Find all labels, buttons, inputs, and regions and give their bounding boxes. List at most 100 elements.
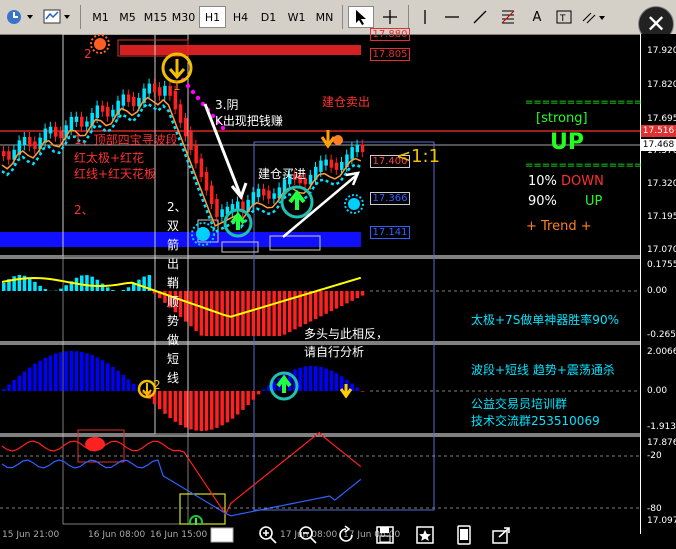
tf-mn[interactable]: MN: [311, 6, 338, 28]
time-label: 15 Jun 21:00: [2, 530, 60, 540]
candle-body: [168, 85, 172, 96]
histogram-bar: [28, 278, 32, 291]
tf-w1[interactable]: W1: [283, 6, 310, 28]
trend-bar: [74, 351, 79, 391]
trend-label: + Trend +: [526, 219, 592, 234]
histogram-bar: [59, 288, 63, 291]
time-label: 16 Jun 08:00: [88, 530, 146, 540]
histogram-bar: [199, 291, 204, 336]
candle-body: [220, 209, 224, 217]
trend-bar: [111, 366, 115, 391]
trend-bar: [59, 352, 63, 391]
oscillator-line: [1, 459, 362, 517]
trend-bar: [64, 351, 68, 391]
osc-label: -80: [647, 504, 662, 514]
refresh-icon[interactable]: [334, 523, 358, 547]
chart-icon[interactable]: [210, 523, 234, 547]
price-label: 17.070: [647, 245, 676, 255]
trend-bar: [189, 391, 193, 430]
trend-bar: [334, 373, 339, 391]
trend-bar: [199, 391, 204, 431]
osc-label: 0.00: [647, 286, 668, 296]
toolbar: M1 M5 M15 M30 H1 H4 D1 W1 MN A T: [0, 0, 676, 35]
trend-bar: [106, 363, 110, 391]
candle-body: [43, 128, 48, 143]
bottom-bar: 15 Jun 21:00 16 Jun 08:00 16 Jun 15:00 1…: [0, 525, 640, 549]
text-icon[interactable]: A: [526, 6, 548, 28]
cursor-icon[interactable]: [348, 6, 374, 28]
candle-body: [152, 83, 157, 93]
histogram-bar: [2, 283, 6, 291]
histogram-bar: [355, 291, 360, 299]
trend-bar: [225, 391, 230, 423]
annotation: 请自行分析: [304, 345, 365, 359]
candle-body: [7, 151, 11, 160]
histogram-bar: [319, 291, 323, 317]
candle-body: [28, 137, 32, 147]
candle-body: [80, 116, 84, 127]
annotation: K出现把钱赚: [215, 114, 283, 128]
star-burst-icon: [344, 194, 364, 214]
vertical-line-icon[interactable]: [414, 6, 436, 28]
star-burst-icon: [90, 34, 110, 54]
tf-m5[interactable]: M5: [114, 6, 141, 28]
zoom-out-icon[interactable]: [296, 523, 320, 547]
trend-bar: [12, 380, 16, 391]
zoom-in-icon[interactable]: [256, 523, 280, 547]
save-icon[interactable]: [373, 523, 397, 547]
annotation: 2: [84, 47, 92, 61]
tf-h4[interactable]: H4: [227, 6, 254, 28]
histogram-bar: [345, 291, 349, 304]
candle-body: [350, 147, 354, 160]
tf-m15[interactable]: M15: [142, 6, 169, 28]
risk-reward-label: <1:1: [396, 146, 441, 167]
histogram-bar: [64, 285, 68, 291]
candle-body: [178, 104, 183, 123]
resistance-zone: [120, 45, 361, 55]
candle-body: [324, 159, 328, 166]
tf-d1[interactable]: D1: [255, 6, 282, 28]
trend-bar: [303, 366, 308, 391]
osc-label: -0.2658: [647, 330, 676, 340]
level-box: 17.366: [370, 192, 410, 205]
up-percent: 90%: [528, 194, 557, 209]
candle-body: [121, 94, 126, 106]
histogram-bar: [272, 291, 276, 336]
candle-body: [33, 141, 37, 149]
histogram-bar: [350, 291, 354, 301]
candle-body: [355, 144, 360, 153]
share-icon[interactable]: [490, 523, 514, 547]
horizontal-line-icon[interactable]: [440, 6, 464, 28]
trend-bar: [7, 384, 11, 391]
bookmark-icon[interactable]: [413, 523, 437, 547]
trend-bar: [33, 363, 37, 391]
promo-text: 太极+7S做单神器胜率90%: [471, 313, 619, 327]
histogram-bar: [111, 290, 115, 291]
candle-body: [184, 117, 188, 137]
trend-bar: [163, 391, 167, 414]
strength-label: [strong]: [536, 111, 588, 126]
period-menu-button[interactable]: [4, 6, 36, 28]
tf-m1[interactable]: M1: [87, 6, 114, 28]
sell-entry-dot: [333, 135, 343, 145]
phone-icon[interactable]: [452, 523, 476, 547]
candle-body: [59, 131, 63, 138]
trendline-icon[interactable]: [468, 6, 492, 28]
trend-bar: [262, 389, 266, 391]
trend-bar: [319, 367, 323, 391]
annotation-vertical: 2、双箭出鞘顺势做短线: [167, 200, 187, 385]
text-label-icon[interactable]: T: [552, 6, 576, 28]
trend-bar: [308, 366, 313, 391]
fibo-icon[interactable]: [496, 6, 520, 28]
template-menu-button[interactable]: [42, 6, 72, 28]
osc-label: -20: [647, 451, 662, 461]
tf-h1[interactable]: H1: [199, 6, 226, 28]
candle-body: [173, 90, 178, 110]
price-label: 17.320: [647, 179, 676, 189]
shapes-icon[interactable]: [580, 6, 610, 28]
crosshair-icon[interactable]: [378, 6, 402, 28]
tf-m30[interactable]: M30: [170, 6, 197, 28]
histogram-bar: [43, 289, 48, 291]
price-axis: 17.920 17.820 17.695 17.570 17.320 17.19…: [640, 34, 676, 534]
sell-signal-icon: [161, 52, 193, 84]
